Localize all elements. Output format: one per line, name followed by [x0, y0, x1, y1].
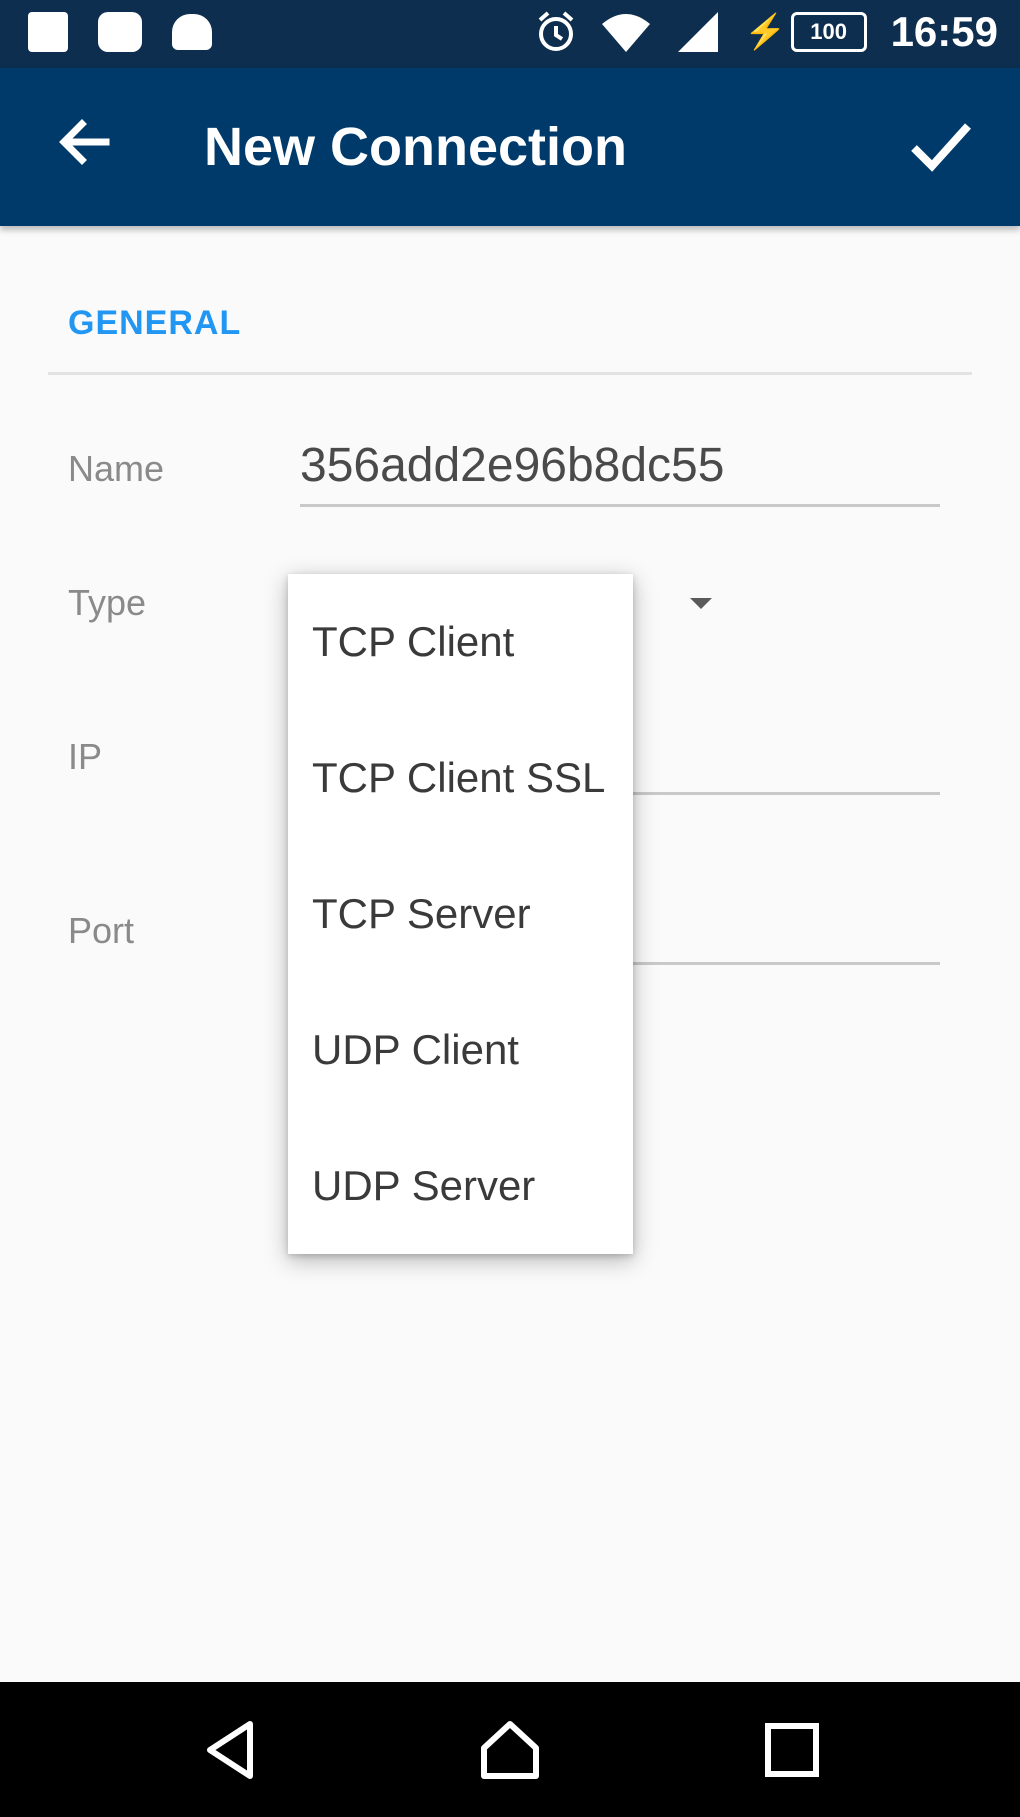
type-dropdown-menu: TCP Client TCP Client SSL TCP Server UDP… — [288, 574, 633, 1254]
image-icon — [28, 12, 68, 52]
section-divider — [48, 372, 972, 375]
alarm-icon — [538, 11, 574, 51]
option-udp-server[interactable]: UDP Server — [288, 1118, 633, 1254]
option-udp-client[interactable]: UDP Client — [288, 982, 633, 1118]
charging-bolt-icon: ⚡ — [744, 13, 787, 51]
back-triangle-icon[interactable] — [200, 1718, 264, 1782]
status-bar: ⚡ 100 16:59 — [0, 0, 1020, 68]
app-bar: New Connection — [0, 68, 1020, 226]
battery-icon: ⚡ 100 — [744, 12, 867, 52]
status-time: 16:59 — [890, 8, 998, 55]
check-icon[interactable] — [906, 112, 976, 182]
name-field[interactable]: 356add2e96b8dc55 — [300, 438, 724, 493]
android-icon — [172, 14, 212, 50]
home-icon[interactable] — [478, 1718, 542, 1782]
ip-label: IP — [68, 736, 103, 777]
option-tcp-client-ssl[interactable]: TCP Client SSL — [288, 710, 633, 846]
section-title-general: GENERAL — [68, 304, 242, 342]
recents-icon[interactable] — [760, 1718, 824, 1782]
battery-level: 100 — [790, 12, 867, 52]
type-label: Type — [68, 582, 147, 623]
page-title: New Connection — [204, 117, 628, 177]
wifi-icon — [602, 14, 651, 52]
option-tcp-server[interactable]: TCP Server — [288, 846, 633, 982]
signal-icon — [678, 12, 719, 52]
navigation-bar — [0, 1682, 1020, 1817]
system-icons: ⚡ 100 16:59 — [536, 8, 998, 56]
port-label: Port — [68, 910, 135, 951]
option-tcp-client[interactable]: TCP Client — [288, 574, 633, 710]
dropdown-arrow-icon[interactable] — [690, 598, 712, 609]
arrow-left-icon[interactable] — [54, 112, 114, 172]
name-label: Name — [68, 448, 165, 489]
notification-icons — [28, 12, 212, 52]
name-field-underline — [300, 504, 940, 507]
chat-icon — [98, 12, 142, 52]
